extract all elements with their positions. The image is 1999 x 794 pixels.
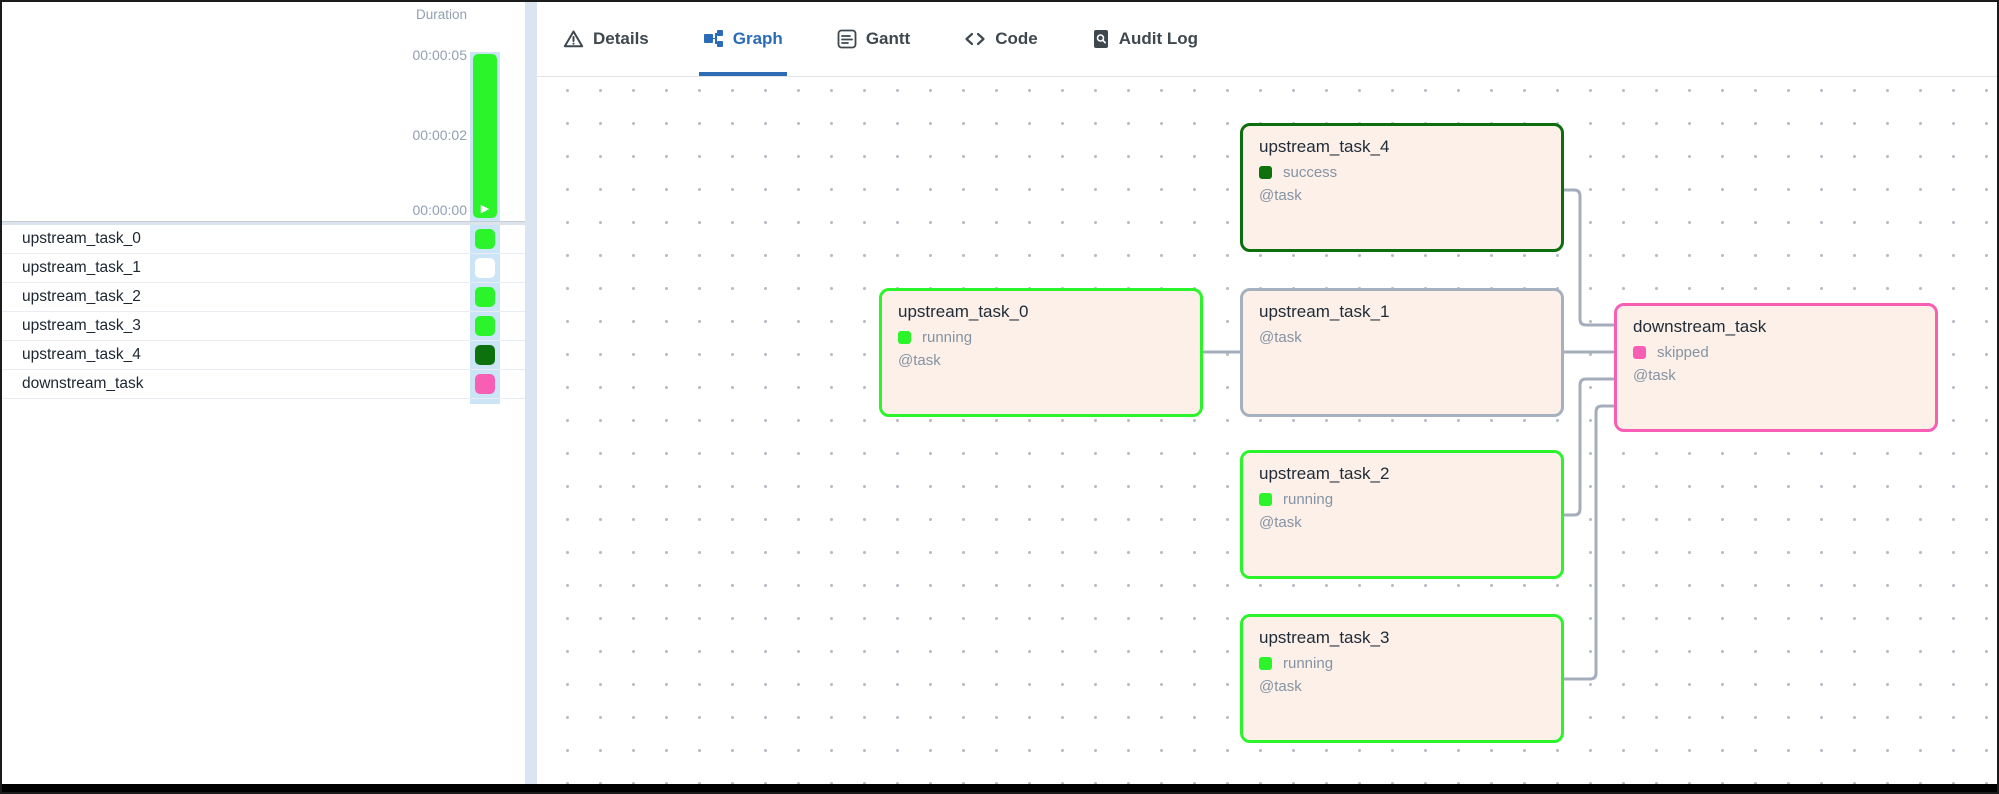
task-row[interactable]: upstream_task_4: [2, 341, 525, 370]
node-status-label: running: [922, 329, 973, 346]
audit-log-icon: [1092, 29, 1110, 49]
panel-divider[interactable]: [525, 2, 537, 792]
edge-ut2-down: [1564, 377, 1614, 517]
tab-gantt[interactable]: Gantt: [833, 2, 914, 76]
node-status-row: running: [1259, 655, 1545, 672]
dag-graph-canvas[interactable]: upstream_task_0 running @task upstream_t…: [537, 77, 1997, 784]
task-status-square[interactable]: [475, 258, 495, 278]
node-status-label: skipped: [1657, 344, 1709, 361]
node-upstream-task-1[interactable]: upstream_task_1 @task: [1240, 288, 1564, 417]
node-status-label: success: [1283, 164, 1338, 181]
node-operator-label: @task: [1259, 187, 1302, 204]
bottom-scrollbar[interactable]: [2, 784, 1997, 792]
running-status-icon: [1259, 657, 1272, 670]
graph-icon: [703, 29, 724, 49]
tab-code[interactable]: Code: [960, 2, 1042, 76]
warning-icon: [563, 29, 584, 49]
duration-axis-title: Duration: [415, 7, 467, 22]
task-status-square[interactable]: [475, 345, 495, 365]
task-name[interactable]: upstream_task_3: [22, 312, 141, 340]
tab-label: Code: [995, 29, 1038, 48]
task-name[interactable]: upstream_task_0: [22, 225, 141, 253]
task-rows: upstream_task_0 upstream_task_1 upstream…: [2, 225, 525, 399]
node-status-row: success: [1259, 164, 1545, 181]
task-status-square[interactable]: [475, 287, 495, 307]
duration-bar[interactable]: ▶: [473, 54, 497, 218]
task-list-panel: Duration 00:00:05 00:00:02 00:00:00 ▶ up…: [2, 2, 525, 792]
code-icon: [964, 29, 986, 49]
node-title: upstream_task_4: [1259, 137, 1390, 156]
running-status-icon: [898, 331, 911, 344]
main-area: Details Graph Gantt Code Audit Log upstr…: [537, 2, 1997, 792]
edge-ut3-down: [1564, 404, 1614, 681]
tab-label: Details: [593, 29, 649, 48]
tab-label: Graph: [732, 29, 783, 48]
tab-graph[interactable]: Graph: [698, 2, 787, 76]
tab-details[interactable]: Details: [559, 2, 653, 76]
node-operator-label: @task: [1259, 514, 1302, 531]
tab-label: Gantt: [865, 29, 911, 48]
duration-tick: 00:00:05: [412, 47, 468, 63]
node-upstream-task-4[interactable]: upstream_task_4 success @task: [1240, 123, 1564, 252]
node-status-row: running: [1259, 491, 1545, 508]
node-status-row: skipped: [1633, 344, 1919, 361]
tab-bar: Details Graph Gantt Code Audit Log: [537, 2, 1997, 77]
tab-audit-log[interactable]: Audit Log: [1088, 2, 1202, 76]
task-row[interactable]: downstream_task: [2, 370, 525, 399]
node-title: upstream_task_1: [1259, 302, 1390, 321]
node-title: upstream_task_2: [1259, 464, 1390, 483]
task-row[interactable]: upstream_task_1: [2, 254, 525, 283]
node-upstream-task-3[interactable]: upstream_task_3 running @task: [1240, 614, 1564, 743]
node-operator-label: @task: [898, 352, 941, 369]
node-title: upstream_task_3: [1259, 628, 1390, 647]
task-name[interactable]: upstream_task_1: [22, 254, 141, 282]
gantt-icon: [837, 29, 857, 49]
node-upstream-task-2[interactable]: upstream_task_2 running @task: [1240, 450, 1564, 579]
node-operator-label: @task: [1633, 367, 1676, 384]
play-icon: ▶: [480, 203, 490, 215]
task-status-square[interactable]: [475, 374, 495, 394]
node-operator-label: @task: [1259, 678, 1302, 695]
task-name[interactable]: upstream_task_4: [22, 341, 141, 369]
node-title: downstream_task: [1633, 317, 1767, 336]
duration-tick: 00:00:00: [412, 202, 468, 218]
task-name[interactable]: upstream_task_2: [22, 283, 141, 311]
airflow-dag-view: Duration 00:00:05 00:00:02 00:00:00 ▶ up…: [0, 0, 1999, 794]
edge-ut4-down: [1564, 188, 1614, 327]
task-status-square[interactable]: [475, 229, 495, 249]
node-downstream-task[interactable]: downstream_task skipped @task: [1614, 303, 1938, 432]
running-status-icon: [1259, 493, 1272, 506]
node-upstream-task-0[interactable]: upstream_task_0 running @task: [879, 288, 1203, 417]
node-status-label: running: [1283, 655, 1334, 672]
task-status-square[interactable]: [475, 316, 495, 336]
task-name[interactable]: downstream_task: [22, 370, 143, 398]
skipped-status-icon: [1633, 346, 1646, 359]
node-status-label: running: [1283, 491, 1334, 508]
duration-tick: 00:00:02: [412, 127, 468, 143]
task-row[interactable]: upstream_task_2: [2, 283, 525, 312]
node-status-row: running: [898, 329, 1184, 346]
success-status-icon: [1259, 166, 1272, 179]
tab-label: Audit Log: [1118, 29, 1199, 48]
node-title: upstream_task_0: [898, 302, 1029, 321]
task-row[interactable]: upstream_task_3: [2, 312, 525, 341]
node-operator-label: @task: [1259, 329, 1302, 346]
task-row[interactable]: upstream_task_0: [2, 225, 525, 254]
